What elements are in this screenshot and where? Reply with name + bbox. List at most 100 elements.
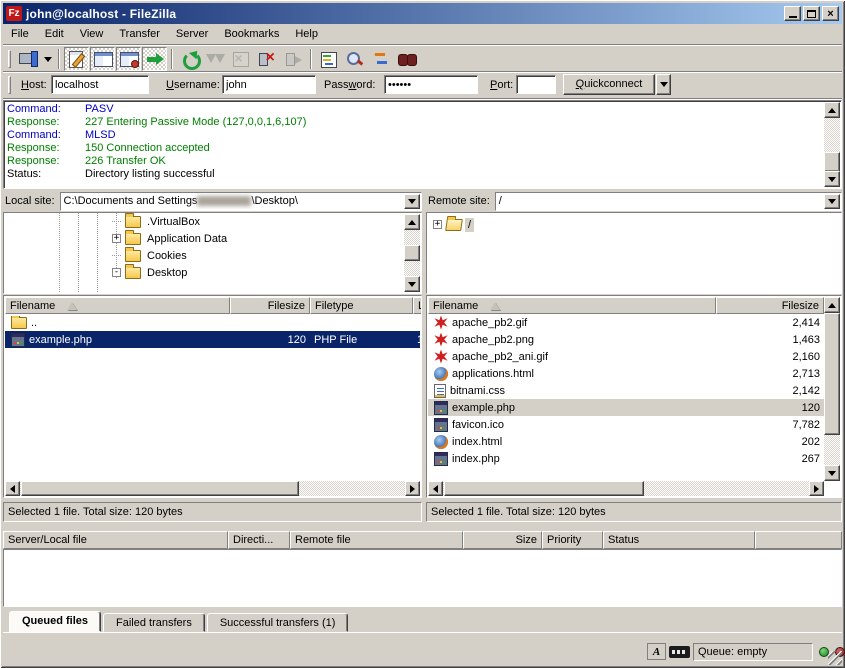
scroll-up-button[interactable] (824, 102, 840, 118)
column-header-filetype[interactable]: Filetype (310, 297, 413, 314)
toggle-transfer-queue-button[interactable] (142, 47, 167, 71)
remote-site-combobox[interactable]: / (495, 192, 842, 211)
scroll-down-button[interactable] (824, 465, 840, 481)
directory-comparison-button[interactable] (342, 47, 367, 71)
queue-list[interactable] (3, 549, 842, 607)
column-header-filename[interactable]: Filename (428, 297, 716, 314)
column-header-filesize[interactable]: Filesize (230, 297, 310, 314)
tree-item-desktop[interactable]: -Desktop (112, 264, 421, 281)
site-manager-button[interactable] (15, 47, 40, 71)
quickconnect-button[interactable]: Quickconnect (563, 74, 655, 95)
toggle-message-log-button[interactable] (64, 47, 89, 71)
toolbar-gripper[interactable] (8, 50, 11, 68)
remote-directory-tree[interactable]: +/ (426, 212, 842, 294)
synchronized-browsing-button[interactable] (368, 47, 393, 71)
column-header-direction[interactable]: Directi... (228, 531, 290, 549)
scroll-right-button[interactable] (405, 481, 420, 496)
file-row[interactable]: favicon.ico7,782 (428, 416, 824, 433)
minimize-button[interactable] (784, 6, 801, 21)
file-row[interactable]: apache_pb2.png1,463 (428, 331, 824, 348)
scroll-left-button[interactable] (5, 481, 20, 496)
scroll-thumb[interactable] (21, 481, 299, 496)
scroll-down-button[interactable] (404, 276, 420, 292)
file-row-example-php[interactable]: example.php120 (428, 399, 824, 416)
tree-item-root[interactable]: +/ (433, 216, 841, 233)
file-row[interactable]: apache_pb2.gif2,414 (428, 314, 824, 331)
toggle-local-tree-button[interactable] (90, 47, 115, 71)
data-type-indicator-icon[interactable]: A (647, 643, 666, 660)
cancel-operation-button[interactable] (229, 47, 254, 71)
menu-view[interactable]: View (72, 26, 112, 42)
menu-edit[interactable]: Edit (37, 26, 72, 42)
local-site-dropdown[interactable] (404, 194, 420, 209)
local-horizontal-scrollbar[interactable] (5, 481, 420, 496)
remote-vertical-scrollbar[interactable] (824, 297, 840, 481)
column-header-server-local-file[interactable]: Server/Local file (3, 531, 228, 549)
tree-item-cookies[interactable]: Cookies (112, 247, 421, 264)
resize-grip[interactable] (828, 651, 842, 665)
file-row[interactable]: apache_pb2_ani.gif2,160 (428, 348, 824, 365)
username-input[interactable] (222, 75, 316, 94)
scroll-thumb[interactable] (444, 481, 644, 496)
close-button[interactable]: × (822, 6, 839, 21)
local-file-list[interactable]: Filename Filesize Filetype L .. example.… (3, 295, 422, 498)
maximize-button[interactable] (803, 6, 820, 21)
file-row-example-php[interactable]: example.php 120 PHP File 1 (5, 331, 420, 348)
scroll-up-button[interactable] (404, 214, 420, 230)
local-site-combobox[interactable]: C:\Documents and Settings\Desktop\ (60, 192, 422, 211)
scroll-right-button[interactable] (809, 481, 824, 496)
scroll-left-button[interactable] (428, 481, 443, 496)
scroll-thumb[interactable] (404, 245, 420, 261)
tree-item-application-data[interactable]: +Application Data (112, 230, 421, 247)
password-input[interactable] (384, 75, 478, 94)
menu-help[interactable]: Help (287, 26, 326, 42)
host-input[interactable] (51, 75, 149, 94)
menu-bookmarks[interactable]: Bookmarks (216, 26, 287, 42)
menu-file[interactable]: File (3, 26, 37, 42)
file-row-parent-dir[interactable]: .. (5, 314, 420, 331)
reconnect-button[interactable] (281, 47, 306, 71)
directory-listing-filters-button[interactable] (316, 47, 341, 71)
column-header-last-modified[interactable]: L (413, 297, 422, 314)
file-row[interactable]: index.php267 (428, 450, 824, 467)
file-row[interactable]: applications.html2,713 (428, 365, 824, 382)
column-header-filesize[interactable]: Filesize (716, 297, 824, 314)
scroll-thumb[interactable] (824, 313, 840, 435)
port-input[interactable] (516, 75, 556, 94)
title-bar[interactable]: Fz john@localhost - FileZilla × (3, 3, 842, 24)
refresh-button[interactable] (177, 47, 202, 71)
local-tree-scrollbar[interactable] (404, 214, 420, 292)
column-header-remote-file[interactable]: Remote file (290, 531, 463, 549)
collapse-icon[interactable]: - (112, 268, 121, 277)
menu-server[interactable]: Server (168, 26, 216, 42)
toggle-remote-tree-button[interactable] (116, 47, 141, 71)
find-files-button[interactable] (394, 47, 419, 71)
message-log[interactable]: Command:PASV Response:227 Entering Passi… (3, 100, 842, 189)
remote-horizontal-scrollbar[interactable] (428, 481, 824, 496)
scroll-down-button[interactable] (824, 171, 840, 187)
remote-site-dropdown[interactable] (824, 194, 840, 209)
quickconnect-gripper[interactable] (8, 76, 11, 94)
scroll-thumb[interactable] (824, 152, 840, 172)
process-queue-button[interactable] (203, 47, 228, 71)
quickconnect-dropdown[interactable] (656, 74, 671, 95)
log-scrollbar[interactable] (824, 102, 840, 187)
column-header-filename[interactable]: Filename (5, 297, 230, 314)
local-directory-tree[interactable]: .VirtualBox +Application Data Cookies -D… (3, 212, 422, 294)
tab-queued-files[interactable]: Queued files (9, 611, 101, 632)
expand-icon[interactable]: + (112, 234, 121, 243)
tree-item-virtualbox[interactable]: .VirtualBox (112, 213, 421, 230)
tab-successful-transfers[interactable]: Successful transfers (1) (207, 613, 349, 632)
file-row[interactable]: index.html202 (428, 433, 824, 450)
remote-file-list[interactable]: Filename Filesize apache_pb2.gif2,414 ap… (426, 295, 842, 498)
speed-limit-icon[interactable] (669, 646, 690, 658)
file-row[interactable]: bitnami.css2,142 (428, 382, 824, 399)
disconnect-button[interactable] (255, 47, 280, 71)
column-header-priority[interactable]: Priority (542, 531, 603, 549)
menu-transfer[interactable]: Transfer (111, 26, 168, 42)
column-header-size[interactable]: Size (463, 531, 542, 549)
tab-failed-transfers[interactable]: Failed transfers (103, 613, 205, 632)
scroll-up-button[interactable] (824, 297, 840, 313)
expand-icon[interactable]: + (433, 220, 442, 229)
column-header-status[interactable]: Status (603, 531, 755, 549)
